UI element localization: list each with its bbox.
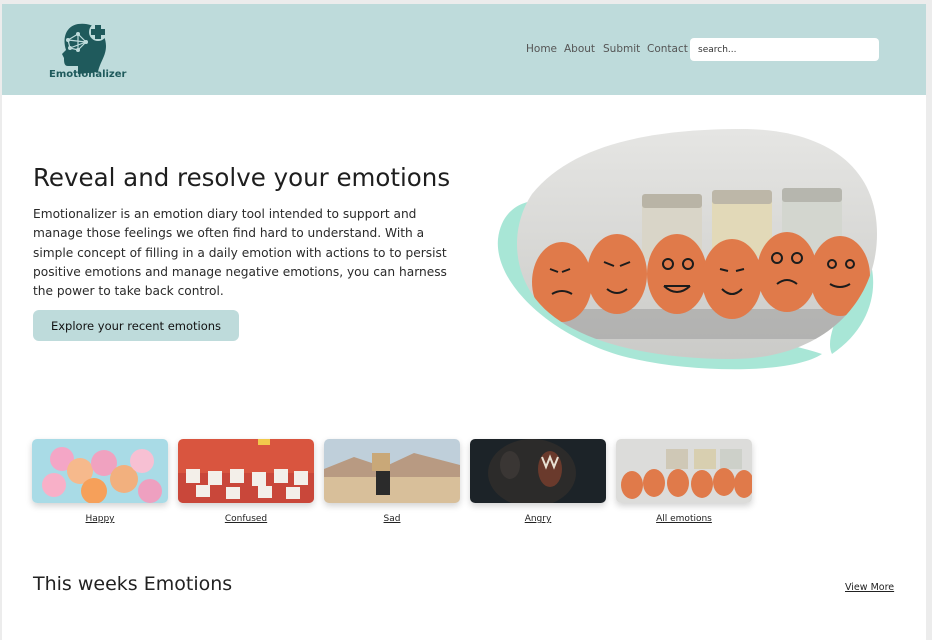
happy-balloons-image[interactable] <box>32 439 168 503</box>
hero-eggs-image <box>497 129 877 370</box>
emotion-label-sad[interactable]: Sad <box>324 514 460 524</box>
search-input[interactable] <box>690 38 879 61</box>
nav-contact[interactable]: Contact <box>647 43 688 55</box>
section-title-weekly-emotions: This weeks Emotions <box>33 573 233 595</box>
brand-name[interactable]: Emotionalizer <box>49 69 126 80</box>
emotion-label-angry[interactable]: Angry <box>470 514 606 524</box>
explore-emotions-button[interactable]: Explore your recent emotions <box>33 310 239 341</box>
emotion-card-happy[interactable]: Happy <box>32 439 168 539</box>
emotion-card-confused[interactable]: Confused <box>178 439 314 539</box>
nav-home[interactable]: Home <box>526 43 557 55</box>
emotion-card-angry[interactable]: Angry <box>470 439 606 539</box>
emotion-card-sad[interactable]: Sad <box>324 439 460 539</box>
angry-animal-image[interactable] <box>470 439 606 503</box>
all-emotions-eggs-image[interactable] <box>616 439 752 503</box>
emotion-label-all[interactable]: All emotions <box>616 514 752 524</box>
confused-chairs-image[interactable] <box>178 439 314 503</box>
view-more-link[interactable]: View More <box>845 582 894 593</box>
page: Emotionalizer Home About Submit Contact … <box>2 4 926 640</box>
emotion-card-all[interactable]: All emotions <box>616 439 752 539</box>
sad-paperbag-image[interactable] <box>324 439 460 503</box>
site-header: Emotionalizer Home About Submit Contact <box>2 4 926 95</box>
emotion-label-confused[interactable]: Confused <box>178 514 314 524</box>
emotion-label-happy[interactable]: Happy <box>32 514 168 524</box>
nav-about[interactable]: About <box>564 43 595 55</box>
nav-submit[interactable]: Submit <box>603 43 640 55</box>
hero-title: Reveal and resolve your emotions <box>33 163 451 192</box>
hero-description: Emotionalizer is an emotion diary tool i… <box>33 207 447 299</box>
